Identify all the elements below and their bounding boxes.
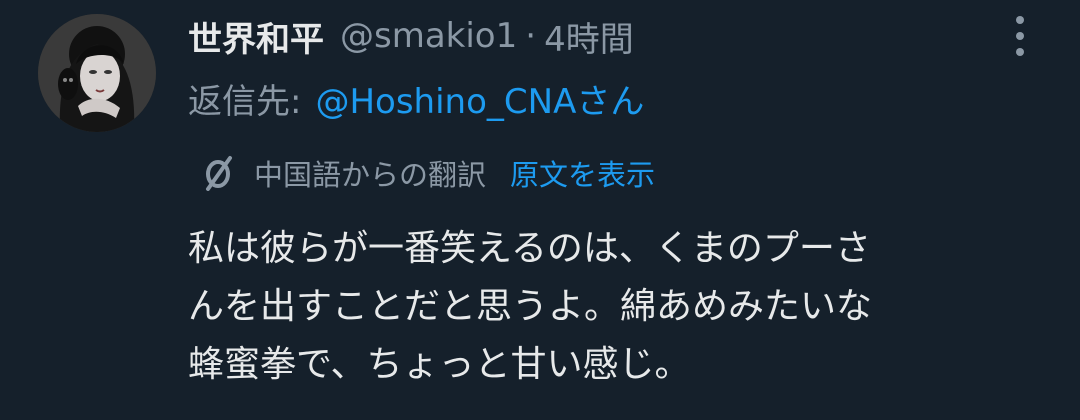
translate-icon <box>206 156 232 191</box>
tweet-text: 私は彼らが一番笑えるのは、くまのプーさ んを出すことだと思うよ。綿あめみたいな … <box>188 220 1028 394</box>
reply-label: 返信先: <box>188 81 302 122</box>
tweet-text-line: 蜂蜜拳で、ちょっと甘い感じ。 <box>188 344 691 385</box>
tweet-header: 世界和平 @smakio1 · 4時間 <box>188 12 634 60</box>
translation-label: 中国語からの翻訳 <box>254 158 487 192</box>
reply-context: 返信先: @Hoshino_CNAさん <box>188 74 644 122</box>
show-original-link[interactable]: 原文を表示 <box>510 152 655 194</box>
more-dot <box>1016 32 1024 40</box>
reply-target-link[interactable]: @Hoshino_CNAさん <box>315 74 644 123</box>
user-handle[interactable]: @smakio1 <box>340 16 517 56</box>
more-dot <box>1016 48 1024 56</box>
separator-dot: · <box>525 16 537 56</box>
avatar-image <box>38 14 156 132</box>
more-dot <box>1016 16 1024 24</box>
timestamp[interactable]: 4時間 <box>544 12 634 61</box>
avatar[interactable] <box>38 14 156 132</box>
more-options-icon[interactable] <box>1008 16 1032 56</box>
tweet[interactable]: 世界和平 @smakio1 · 4時間 返信先: @Hoshino_CNAさん … <box>0 0 1080 420</box>
tweet-text-line: 私は彼らが一番笑えるのは、くまのプーさ <box>188 228 871 269</box>
translation-bar: 中国語からの翻訳 原文を表示 <box>200 150 655 196</box>
display-name[interactable]: 世界和平 <box>188 12 324 61</box>
tweet-text-line: んを出すことだと思うよ。綿あめみたいな <box>188 286 873 327</box>
